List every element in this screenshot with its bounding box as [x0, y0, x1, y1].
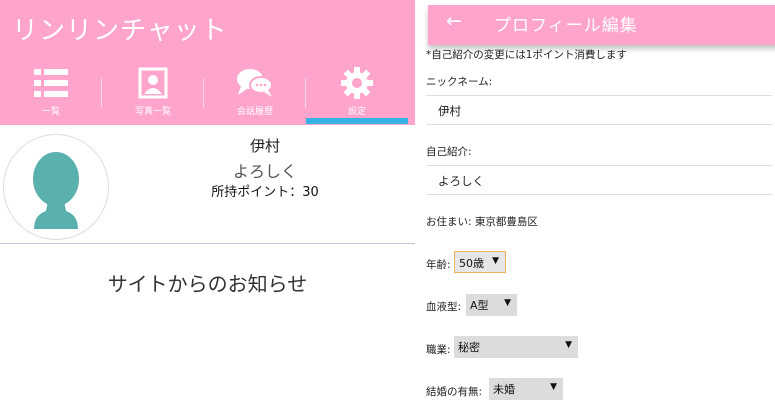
- nickname-label: ニックネーム:: [426, 76, 493, 88]
- profile-summary: 伊村 よろしく 所持ポイント：30: [0, 125, 415, 243]
- marriage-value: 未婚: [493, 383, 515, 396]
- job-select[interactable]: 秘密 ▼: [454, 336, 578, 358]
- residence-label: お住まい:: [426, 216, 472, 228]
- residence-value: 東京都豊島区: [474, 216, 538, 228]
- profile-name: 伊村: [249, 137, 280, 155]
- active-tab-indicator: [306, 118, 408, 124]
- residence-row: お住まい: 東京都豊島区: [426, 214, 538, 229]
- tab-list[interactable]: 一覧: [0, 60, 102, 124]
- marriage-select[interactable]: 未婚 ▼: [489, 378, 563, 400]
- profile-edit-screen: ← プロフィール編集 *自己紹介の変更には1ポイント消費します ニックネーム: …: [418, 0, 775, 409]
- default-avatar-icon: [33, 152, 79, 229]
- blood-value: A型: [470, 299, 489, 312]
- portrait-icon: [133, 66, 173, 100]
- dropdown-arrow-icon: ▼: [492, 256, 499, 266]
- intro-field[interactable]: よろしく: [426, 165, 772, 195]
- blood-select[interactable]: A型 ▼: [466, 294, 517, 316]
- tab-label: 会話履歴: [236, 107, 273, 117]
- divider: [0, 243, 415, 244]
- job-label: 職業:: [426, 344, 451, 356]
- points-balance: 所持ポイント：30: [211, 185, 319, 200]
- app-header: リンリンチャット 一覧 写真一覧 会話履歴 設定: [0, 0, 415, 125]
- list-icon: [31, 66, 71, 100]
- tab-bar: 一覧 写真一覧 会話履歴 設定: [0, 60, 415, 124]
- tab-history[interactable]: 会話履歴: [204, 60, 306, 124]
- tab-label: 一覧: [41, 107, 60, 117]
- avatar[interactable]: [3, 134, 109, 240]
- main-screen: リンリンチャット 一覧 写真一覧 会話履歴 設定 伊村 よろしく 所持ポイント：…: [0, 0, 415, 409]
- tab-photos[interactable]: 写真一覧: [102, 60, 204, 124]
- nickname-value: 伊村: [438, 104, 461, 118]
- tab-settings[interactable]: 設定: [306, 60, 408, 124]
- age-select[interactable]: 50歳 ▼: [454, 251, 506, 273]
- news-title: サイトからのお知らせ: [107, 272, 308, 296]
- age-label: 年齢:: [426, 259, 451, 271]
- dropdown-arrow-icon: ▼: [550, 382, 557, 392]
- edit-header: ← プロフィール編集: [428, 5, 775, 45]
- profile-message: よろしく: [232, 162, 297, 181]
- marriage-label: 結婚の有無:: [426, 386, 483, 398]
- dropdown-arrow-icon: ▼: [565, 340, 572, 350]
- gear-icon: [337, 66, 377, 100]
- job-value: 秘密: [458, 341, 480, 354]
- intro-label: 自己紹介:: [426, 146, 472, 158]
- blood-label: 血液型:: [426, 301, 462, 313]
- dropdown-arrow-icon: ▼: [504, 298, 511, 308]
- intro-cost-note: *自己紹介の変更には1ポイント消費します: [426, 49, 627, 61]
- edit-title: プロフィール編集: [494, 16, 638, 36]
- chat-bubbles-icon: [235, 66, 275, 100]
- nickname-field[interactable]: 伊村: [426, 95, 772, 125]
- back-arrow-icon[interactable]: ←: [446, 10, 462, 32]
- tab-label: 写真一覧: [134, 107, 171, 117]
- tab-label: 設定: [347, 107, 366, 117]
- intro-value: よろしく: [438, 174, 484, 188]
- app-title: リンリンチャット: [12, 16, 228, 46]
- age-value: 50歳: [459, 257, 484, 270]
